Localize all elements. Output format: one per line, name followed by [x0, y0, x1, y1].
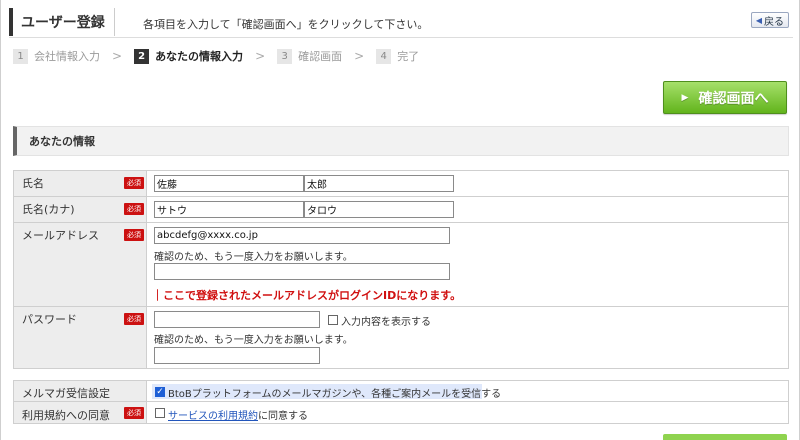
settings-form: メルマガ受信設定 ✓ BtoBプラットフォームのメールマガジンや、各種ご案内メー… — [13, 380, 789, 424]
page-title: ユーザー登録 — [9, 8, 115, 36]
terms-text: サービスの利用規約に同意する — [168, 407, 308, 422]
step-4: 4 完了 — [376, 48, 419, 64]
email-input[interactable]: abcdefg@xxxx.co.jp — [154, 227, 450, 244]
confirm-screen-button[interactable]: ▶ 確認画面へ — [663, 81, 787, 114]
step-2: 2 あなたの情報入力 — [134, 48, 243, 64]
show-password-checkbox[interactable] — [328, 315, 338, 325]
terms-row: 利用規約への同意 必須 サービスの利用規約に同意する — [13, 402, 789, 424]
password-confirm-input[interactable] — [154, 347, 320, 364]
newsletter-label: メルマガ受信設定 — [22, 387, 110, 400]
first-name-input[interactable]: 太郎 — [304, 175, 454, 192]
step-indicator: 1 会社情報入力 > 2 あなたの情報入力 > 3 確認画面 > 4 完了 — [13, 46, 419, 66]
show-password-label: 入力内容を表示する — [341, 317, 431, 328]
step-1-label: 会社情報入力 — [34, 50, 100, 63]
first-name-kana-input[interactable]: タロウ — [304, 201, 454, 218]
password-label: パスワード — [22, 313, 77, 326]
required-badge: 必須 — [124, 229, 144, 241]
step-3: 3 確認画面 — [277, 48, 342, 64]
newsletter-field-cell: ✓ BtoBプラットフォームのメールマガジンや、各種ご案内メールを受信する — [148, 381, 788, 401]
step-1-number: 1 — [13, 48, 28, 64]
chevron-right-icon: > — [354, 49, 365, 63]
password-field-cell: 入力内容を表示する 確認のため、もう一度入力をお願いします。 — [148, 307, 788, 368]
name-row: 氏名 必須 佐藤 太郎 — [13, 171, 789, 197]
chevron-right-icon: > — [255, 49, 266, 63]
password-input[interactable] — [154, 311, 320, 328]
step-2-number: 2 — [134, 48, 150, 64]
terms-suffix: に同意する — [258, 411, 308, 422]
last-name-kana-input[interactable]: サトウ — [154, 201, 304, 218]
name-label-cell: 氏名 必須 — [14, 171, 147, 196]
email-confirm-input[interactable] — [154, 263, 450, 280]
step-1: 1 会社情報入力 — [13, 48, 100, 64]
terms-label: 利用規約への同意 — [22, 409, 110, 422]
section-title: あなたの情報 — [13, 126, 789, 156]
page-header: ユーザー登録 各項目を入力して「確認画面へ」をクリックして下さい。 ◀ 戻る — [9, 8, 793, 38]
password-confirm-note: 確認のため、もう一度入力をお願いします。 — [154, 335, 353, 346]
terms-checkbox[interactable] — [155, 408, 165, 418]
password-label-cell: パスワード 必須 — [14, 307, 147, 368]
email-field-cell: abcdefg@xxxx.co.jp 確認のため、もう一度入力をお願いします。 … — [148, 223, 788, 306]
back-button-label: 戻る — [764, 16, 784, 28]
required-badge: 必須 — [124, 407, 144, 419]
required-badge: 必須 — [124, 313, 144, 325]
confirm-button-label: 確認画面へ — [698, 90, 769, 107]
terms-link[interactable]: サービスの利用規約 — [168, 411, 258, 422]
email-login-id-warning: ｜ここで登録されたメールアドレスがログインIDになります。 — [152, 289, 462, 302]
chevron-right-icon: > — [112, 49, 123, 63]
last-name-input[interactable]: 佐藤 — [154, 175, 304, 192]
page-description: 各項目を入力して「確認画面へ」をクリックして下さい。 — [143, 18, 429, 31]
play-arrow-icon: ▶ — [681, 92, 689, 103]
name-label: 氏名 — [22, 177, 44, 190]
step-3-label: 確認画面 — [298, 50, 343, 63]
terms-field-cell: サービスの利用規約に同意する — [148, 402, 788, 423]
newsletter-row: メルマガ受信設定 ✓ BtoBプラットフォームのメールマガジンや、各種ご案内メー… — [13, 381, 789, 402]
newsletter-text: BtoBプラットフォームのメールマガジンや、各種ご案内メールを受信する — [168, 389, 502, 400]
email-label-cell: メールアドレス 必須 — [14, 223, 147, 306]
required-badge: 必須 — [124, 177, 144, 189]
step-2-label: あなたの情報入力 — [155, 50, 244, 63]
required-badge: 必須 — [124, 203, 144, 215]
email-confirm-note: 確認のため、もう一度入力をお願いします。 — [154, 252, 353, 263]
personal-info-form: 氏名 必須 佐藤 太郎 氏名(カナ) 必須 サトウ タロウ メールアドレス 必須 — [13, 170, 789, 369]
name-field-cell: 佐藤 太郎 — [148, 171, 788, 196]
back-button[interactable]: ◀ 戻る — [750, 12, 789, 28]
bottom-button-edge[interactable] — [663, 434, 787, 440]
back-arrow-icon: ◀ — [755, 15, 762, 25]
step-4-label: 完了 — [397, 50, 420, 63]
newsletter-checkbox[interactable]: ✓ — [155, 387, 165, 397]
kana-label-cell: 氏名(カナ) 必須 — [14, 197, 147, 222]
kana-row: 氏名(カナ) 必須 サトウ タロウ — [13, 197, 789, 223]
terms-label-cell: 利用規約への同意 必須 — [14, 402, 147, 423]
email-label: メールアドレス — [22, 229, 99, 242]
kana-label: 氏名(カナ) — [22, 203, 75, 216]
kana-field-cell: サトウ タロウ — [148, 197, 788, 222]
step-3-number: 3 — [277, 48, 293, 64]
email-row: メールアドレス 必須 abcdefg@xxxx.co.jp 確認のため、もう一度… — [13, 223, 789, 307]
newsletter-label-cell: メルマガ受信設定 — [14, 381, 147, 401]
registration-page: ユーザー登録 各項目を入力して「確認画面へ」をクリックして下さい。 ◀ 戻る 1… — [0, 0, 800, 440]
password-row: パスワード 必須 入力内容を表示する 確認のため、もう一度入力をお願いします。 — [13, 307, 789, 369]
step-4-number: 4 — [376, 48, 392, 64]
